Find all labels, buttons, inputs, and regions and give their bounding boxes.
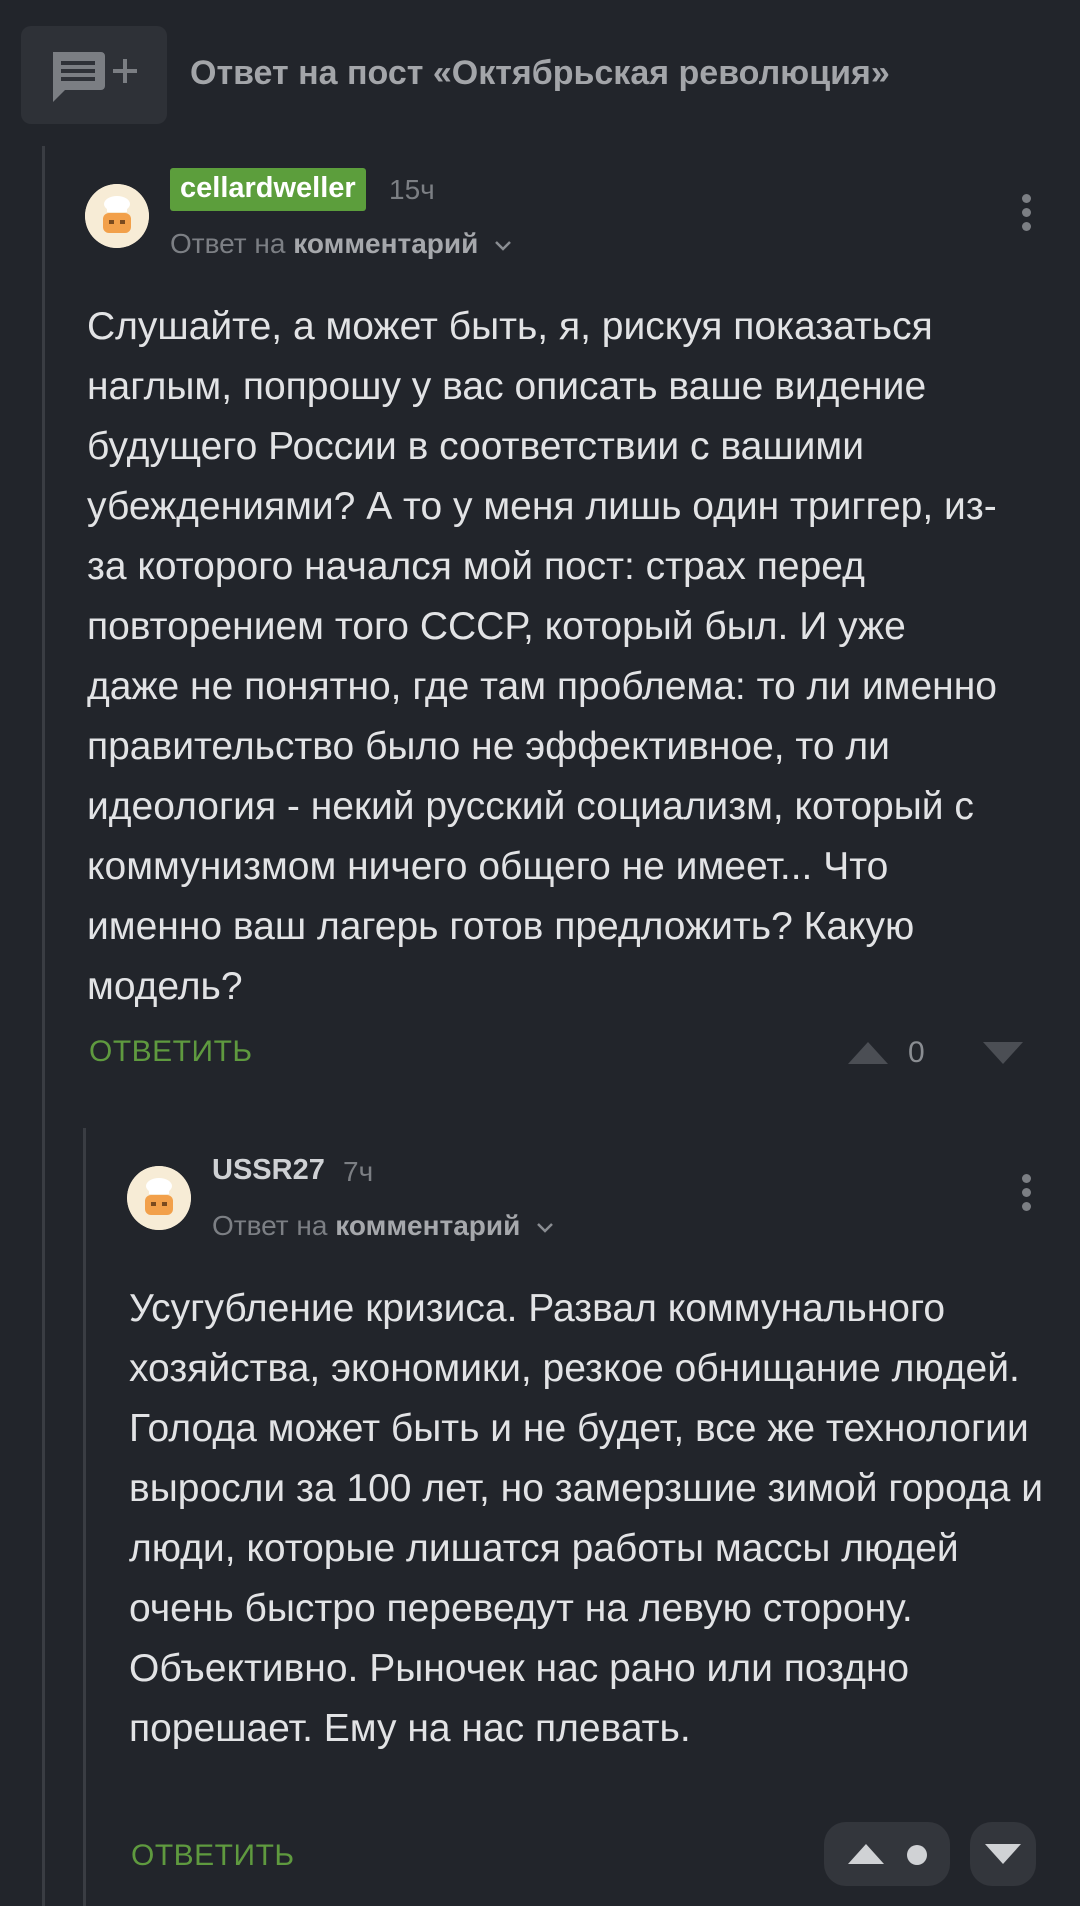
reply-to-prefix: Ответ на [212,1210,328,1241]
comment-time: 7ч [343,1156,374,1187]
avatar[interactable] [127,1166,191,1230]
chef-avatar-icon [127,1166,191,1230]
upvote-icon [848,1844,884,1864]
username[interactable]: USSR27 [212,1154,325,1187]
reply-button[interactable]: ОТВЕТИТЬ [131,1839,295,1873]
reply-to-info[interactable]: Ответ на комментарий [212,1210,554,1242]
reply-to-target: комментарий [335,1210,521,1241]
rating-hidden-dot-icon [907,1845,927,1865]
chevron-down-icon [537,1222,554,1233]
downvote-button[interactable] [970,1822,1036,1886]
downvote-icon [985,1844,1021,1864]
comment-nested: USSR27 7ч Ответ на комментарий Усугублен… [0,0,1080,1906]
upvote-button[interactable] [824,1822,950,1886]
comment-text: Усугубление кризиса. Развал коммунальног… [129,1287,1043,1750]
more-options-icon[interactable] [1016,1174,1036,1218]
